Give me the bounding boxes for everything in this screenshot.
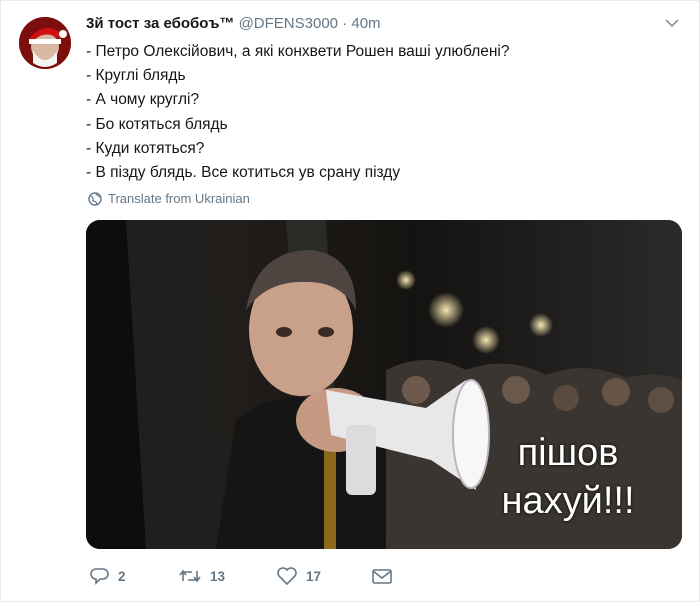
translate-link[interactable]: Translate from Ukrainian: [88, 191, 250, 206]
separator-dot: ·: [342, 15, 348, 32]
heart-icon: [277, 567, 297, 586]
image-caption: пішов нахуй!!!: [488, 429, 648, 525]
author-handle[interactable]: @DFENS3000: [239, 15, 338, 32]
translate-label[interactable]: Translate from Ukrainian: [108, 191, 250, 206]
retweet-icon: [179, 569, 201, 583]
retweet-button[interactable]: 13: [178, 566, 225, 586]
retweet-count: 13: [210, 568, 226, 584]
tweet-line: - Петро Олексійович, а які конхвети Роше…: [86, 43, 510, 60]
author-name[interactable]: 3й тост за ебобоъ™: [86, 15, 234, 32]
avatar[interactable]: [19, 17, 71, 69]
tweet-line: - Бо котяться блядь: [86, 115, 228, 133]
tweet-text: - Петро Олексійович, а які конхвети Роше…: [86, 40, 510, 185]
envelope-icon: [372, 569, 392, 584]
tweet-line: - Куди котяться?: [86, 139, 205, 157]
tweet-image[interactable]: пішов нахуй!!!: [86, 220, 682, 549]
tweet-line: - А чому круглі?: [86, 91, 200, 109]
reply-count: 2: [118, 568, 126, 584]
direct-message-button[interactable]: [371, 566, 393, 586]
tweet-line: - В пізду блядь. Все котиться ув срану п…: [86, 164, 401, 182]
caption-line-2: нахуй!!!: [501, 480, 635, 522]
reply-icon: [90, 568, 109, 585]
caption-line-1: пішов: [517, 432, 619, 474]
like-button[interactable]: 17: [276, 566, 321, 586]
tweet-header: 3й тост за ебобоъ™ @DFENS3000 · 40m: [86, 14, 381, 34]
tweet-actions: 2 13 17: [86, 566, 406, 590]
chevron-down-icon[interactable]: [665, 18, 679, 28]
globe-icon: [88, 191, 102, 206]
like-count: 17: [306, 568, 322, 584]
tweet-line: - Круглі блядь: [86, 67, 186, 85]
tweet-time[interactable]: 40m: [351, 15, 380, 32]
reply-button[interactable]: 2: [90, 566, 126, 586]
